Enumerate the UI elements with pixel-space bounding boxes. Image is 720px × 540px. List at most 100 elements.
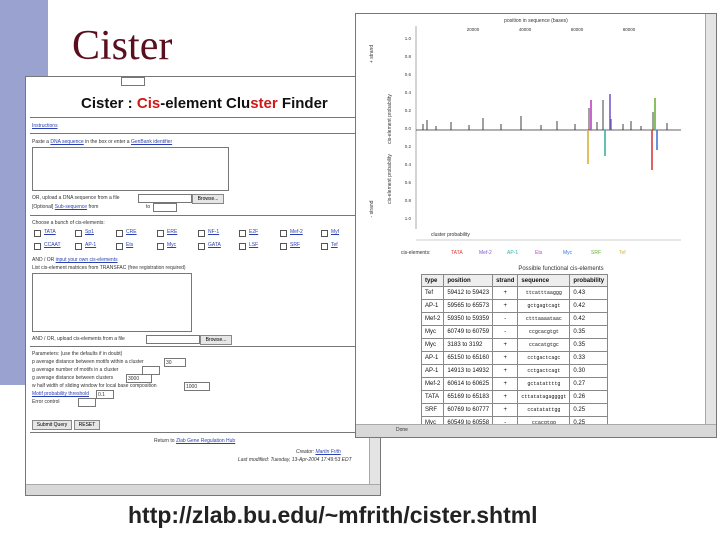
instructions-link[interactable]: Instructions [32,123,58,129]
table-row: Tef 59412 to 59423 + ttcatttaaggg 0.43 [420,286,609,300]
table-row: AP-1 59565 to 65573 + gctgagtcagt 0.42 [420,299,609,313]
element-checkbox-ere[interactable] [157,230,164,237]
cell-position: 59412 to 59423 [443,286,494,300]
legend-item-ets: Ets [535,250,543,256]
sequence-file-input[interactable] [138,194,192,203]
element-link-tata[interactable]: TATA [44,229,56,235]
y-tick-label-top: 0.0 [405,126,412,131]
cell-strand: + [492,338,519,352]
element-checkbox-ccaat[interactable] [34,243,41,250]
cell-probability: 0.42 [569,299,609,313]
element-link-gata[interactable]: GATA [208,242,221,248]
dna-sequence-link[interactable]: DNA sequence [50,139,83,145]
cell-probability: 0.42 [569,312,609,326]
element-checkbox-gata[interactable] [198,243,205,250]
subsequence-to-input[interactable] [153,203,177,212]
window-width-input[interactable]: 1000 [184,382,210,391]
cell-probability: 0.33 [569,351,609,365]
element-checkbox-myc[interactable] [157,243,164,250]
element-checkbox-sp1[interactable] [75,230,82,237]
subsequence-from-input[interactable] [121,77,145,86]
browse-button[interactable]: Browse... [192,194,224,204]
paste-label: Paste a DNA sequence in the box or enter… [32,139,173,145]
cell-sequence: cctgactcagc [517,351,571,365]
divider [30,133,366,134]
cister-results-window: position in sequence (bases) 20000 40000 6… [355,13,717,438]
element-checkbox-srf[interactable] [280,243,287,250]
results-caption: Possible functional cis-elements [518,266,604,272]
element-checkbox-ets[interactable] [116,243,123,250]
element-checkbox-cre[interactable] [116,230,123,237]
status-bar: Done [356,424,716,437]
param-window-width: w half width of sliding window for local… [32,383,157,389]
cell-type: TATA [420,390,445,404]
element-link-myc[interactable]: Myc [167,242,176,248]
genbank-link[interactable]: GenBank identifier [131,139,172,145]
bottom-axis-label: cis-element probability [387,154,393,204]
param-cluster-distance: g average distance between clusters [32,375,114,381]
legend-item-tef: Tef [619,250,626,256]
element-link-ccaat[interactable]: CCAAT [44,242,61,248]
motif-threshold-link[interactable]: Motif probability threshold [32,391,89,397]
element-checkbox-nf-1[interactable] [198,230,205,237]
table-row: Myc 3183 to 3192 + ccacatgtgc 0.35 [420,338,609,352]
browse-elements-button[interactable]: Browse... [200,335,232,345]
element-checkbox-myf[interactable] [321,230,328,237]
return-text: Return to Zlab Gene Regulation Hub [154,438,236,444]
cell-position: 14913 to 14932 [443,364,494,378]
element-link-mef-2[interactable]: Mef-2 [290,229,303,235]
legend-label: cis-elements: [401,250,430,256]
cell-strand: + [492,351,519,365]
column-header-type: type [420,274,445,287]
cister-form-window: Cister : Cis-element Cluster Finder Inst… [25,76,381,496]
element-checkbox-tef[interactable] [321,243,328,250]
cell-position: 60769 to 60777 [443,403,494,417]
upload-label: OR, upload a DNA sequence from a file [32,195,120,201]
elements-file-input[interactable] [146,335,200,344]
column-header-sequence: sequence [517,274,571,287]
element-link-myf[interactable]: Myf [331,229,339,235]
element-link-sp1[interactable]: Sp1 [85,229,94,235]
creator-link[interactable]: Martin Frith [315,449,340,455]
element-link-nf-1[interactable]: NF-1 [208,229,219,235]
cell-strand: + [492,286,519,300]
subsequence-to-label: to [146,204,151,210]
element-link-ere[interactable]: ERE [167,229,177,235]
element-link-ap-1[interactable]: AP-1 [85,242,96,248]
submit-query-button[interactable]: Submit Query [32,420,72,430]
divider [30,346,366,347]
y-tick-label-bottom: 0.8 [405,198,412,203]
motif-distance-input[interactable]: 30 [164,358,186,367]
element-checkbox-lsf[interactable] [239,243,246,250]
reset-button[interactable]: RESET [74,420,100,430]
plot-title: position in sequence (bases) [504,18,568,24]
cell-sequence: ccgcacgtgt [517,325,571,339]
element-checkbox-mef-2[interactable] [280,230,287,237]
element-link-lsf[interactable]: LSF [249,242,258,248]
own-elements-link[interactable]: input your own cis-elements [56,257,118,263]
motif-threshold-input[interactable]: 0.1 [96,390,114,399]
y-tick-label-top: 0.6 [405,72,412,77]
element-link-ets[interactable]: Ets [126,242,133,248]
error-control-input[interactable] [78,398,96,407]
last-modified-text: Last modified: Tuesday, 13-Apr-2004 17:4… [238,457,352,463]
parameters-label: Parameters: (use the defaults if in doub… [32,351,123,357]
element-link-e2f[interactable]: E2F [249,229,258,235]
zlab-hub-link[interactable]: Zlab Gene Regulation Hub [176,438,235,444]
element-link-cre[interactable]: CRE [126,229,137,235]
cell-position: 65150 to 65160 [443,351,494,365]
vertical-scrollbar[interactable] [705,14,716,426]
element-link-tef[interactable]: Tef [331,242,338,248]
sequence-textarea[interactable] [32,147,229,191]
cell-sequence: ctttaaaataac [517,312,571,326]
element-checkbox-tata[interactable] [34,230,41,237]
cell-strand: + [492,299,519,313]
element-checkbox-ap-1[interactable] [75,243,82,250]
results-table: type position strand sequence probability Te… [420,274,609,430]
element-checkbox-e2f[interactable] [239,230,246,237]
element-link-srf[interactable]: SRF [290,242,300,248]
matrices-textarea[interactable] [32,273,192,332]
divider [30,215,366,216]
param-motif-distance: p average distance between motifs within… [32,359,144,365]
cluster-distance-input[interactable]: 3000 [126,374,152,383]
